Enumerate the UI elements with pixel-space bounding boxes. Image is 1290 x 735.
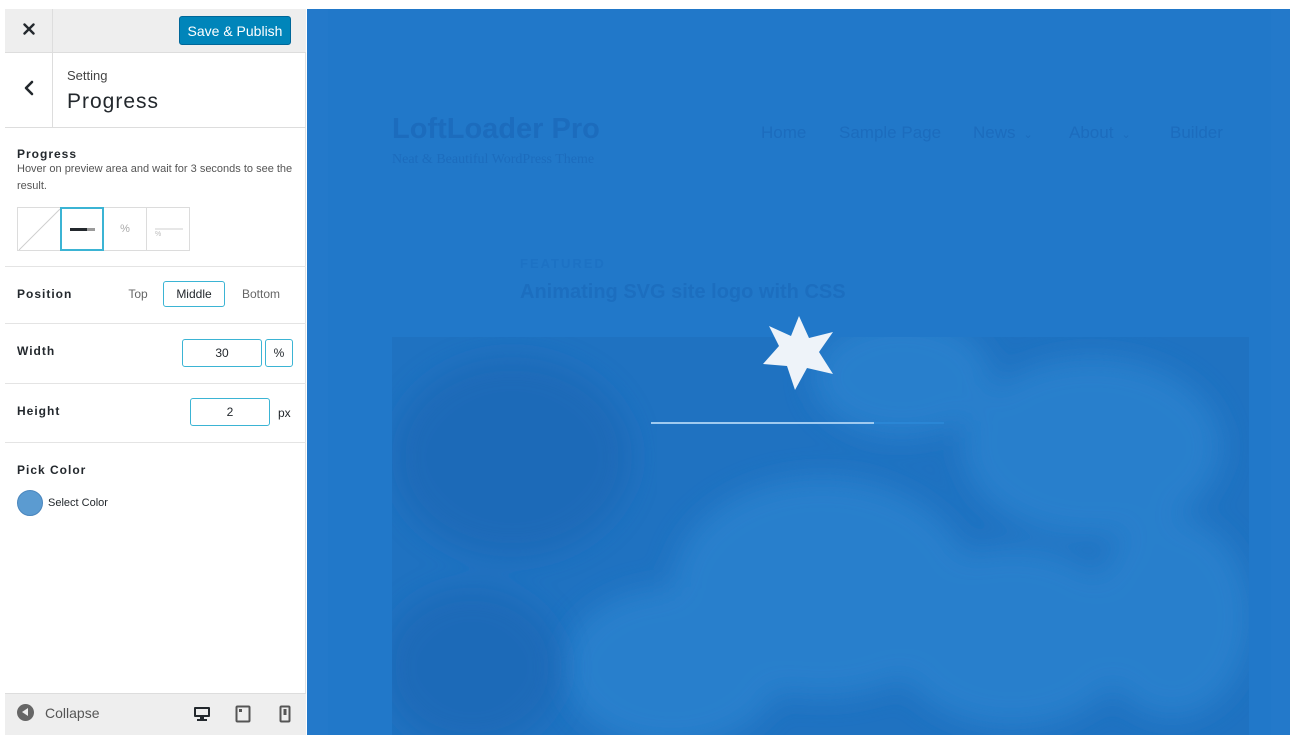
preview-desktop-button[interactable]: [192, 706, 212, 726]
chevron-down-icon: ⌄: [1121, 129, 1131, 141]
site-preview[interactable]: LoftLoader Pro Neat & Beautiful WordPres…: [307, 9, 1290, 735]
nav-about[interactable]: About ⌄: [1069, 123, 1131, 143]
save-publish-button[interactable]: Save & Publish: [179, 16, 291, 45]
mobile-icon: [279, 705, 291, 728]
height-control: Height px: [5, 384, 306, 443]
collapse-icon: [17, 704, 34, 721]
progress-style-none[interactable]: [17, 207, 61, 251]
desktop-icon: [193, 705, 211, 728]
breadcrumb: Setting: [67, 68, 108, 83]
nav-builder-label: Builder: [1170, 123, 1223, 142]
back-button[interactable]: [5, 53, 53, 127]
chevron-down-icon: ⌄: [1023, 129, 1033, 141]
progress-label: Progress: [17, 147, 78, 161]
width-input[interactable]: [182, 339, 262, 367]
collapse-label: Collapse: [45, 704, 100, 721]
select-color-label: Select Color: [48, 497, 108, 509]
close-icon: [22, 22, 35, 40]
nav-news-label: News: [973, 123, 1016, 142]
customizer-footer: Collapse: [5, 693, 306, 735]
progress-style-bar-and-percentage[interactable]: %: [146, 207, 190, 251]
width-label: Width: [17, 344, 56, 358]
color-control: Pick Color Select Color: [5, 443, 306, 543]
customizer-header: Save & Publish: [5, 9, 306, 53]
width-control: Width %: [5, 324, 306, 384]
preview-tablet-button[interactable]: [233, 705, 253, 728]
color-swatch: [17, 490, 43, 516]
percentage-icon: %: [120, 223, 130, 235]
section-title: Progress: [67, 90, 160, 113]
position-top-option[interactable]: Top: [119, 281, 157, 307]
height-label: Height: [17, 404, 61, 418]
post-title[interactable]: Animating SVG site logo with CSS: [520, 281, 846, 304]
chevron-left-icon: [23, 80, 35, 101]
position-bottom-option[interactable]: Bottom: [233, 281, 289, 307]
tablet-icon: [235, 705, 251, 728]
nav-about-label: About: [1069, 123, 1114, 142]
nav-sample-page[interactable]: Sample Page: [839, 123, 941, 143]
section-header: Setting Progress: [5, 53, 306, 128]
progress-style-percentage[interactable]: %: [103, 207, 147, 251]
site-tagline: Neat & Beautiful WordPress Theme: [392, 152, 595, 167]
site-title[interactable]: LoftLoader Pro: [392, 113, 600, 146]
position-middle-option[interactable]: Middle: [163, 281, 225, 307]
bar-and-percentage-glyph: %: [155, 231, 162, 238]
progress-control: Progress Hover on preview area and wait …: [5, 128, 306, 267]
collapse-button[interactable]: Collapse: [17, 704, 99, 721]
nav-home-label: Home: [761, 123, 807, 142]
select-color-button[interactable]: Select Color: [17, 490, 108, 516]
nav-news[interactable]: News ⌄: [973, 123, 1033, 143]
nav-builder[interactable]: Builder: [1170, 123, 1223, 143]
loader-progress-track: [651, 422, 944, 424]
loader-progress-fill: [651, 422, 874, 424]
progress-style-options: % %: [17, 207, 190, 251]
loader-logo: [757, 310, 841, 399]
height-unit: px: [278, 406, 291, 420]
width-unit-button[interactable]: %: [265, 339, 293, 367]
featured-label: FEATURED: [520, 256, 606, 271]
color-label: Pick Color: [17, 463, 87, 477]
progress-style-bar[interactable]: [60, 207, 104, 251]
position-label: Position: [17, 287, 73, 301]
height-input[interactable]: [190, 398, 270, 426]
nav-sample-page-label: Sample Page: [839, 123, 942, 142]
preview-mobile-button[interactable]: [275, 705, 295, 728]
position-control: Position Top Middle Bottom: [5, 267, 306, 324]
close-button[interactable]: [5, 9, 53, 52]
progress-hint: Hover on preview area and wait for 3 sec…: [17, 163, 293, 192]
customizer-sidebar: Save & Publish Setting Progress Progress…: [5, 9, 306, 735]
nav-home[interactable]: Home: [761, 123, 806, 143]
